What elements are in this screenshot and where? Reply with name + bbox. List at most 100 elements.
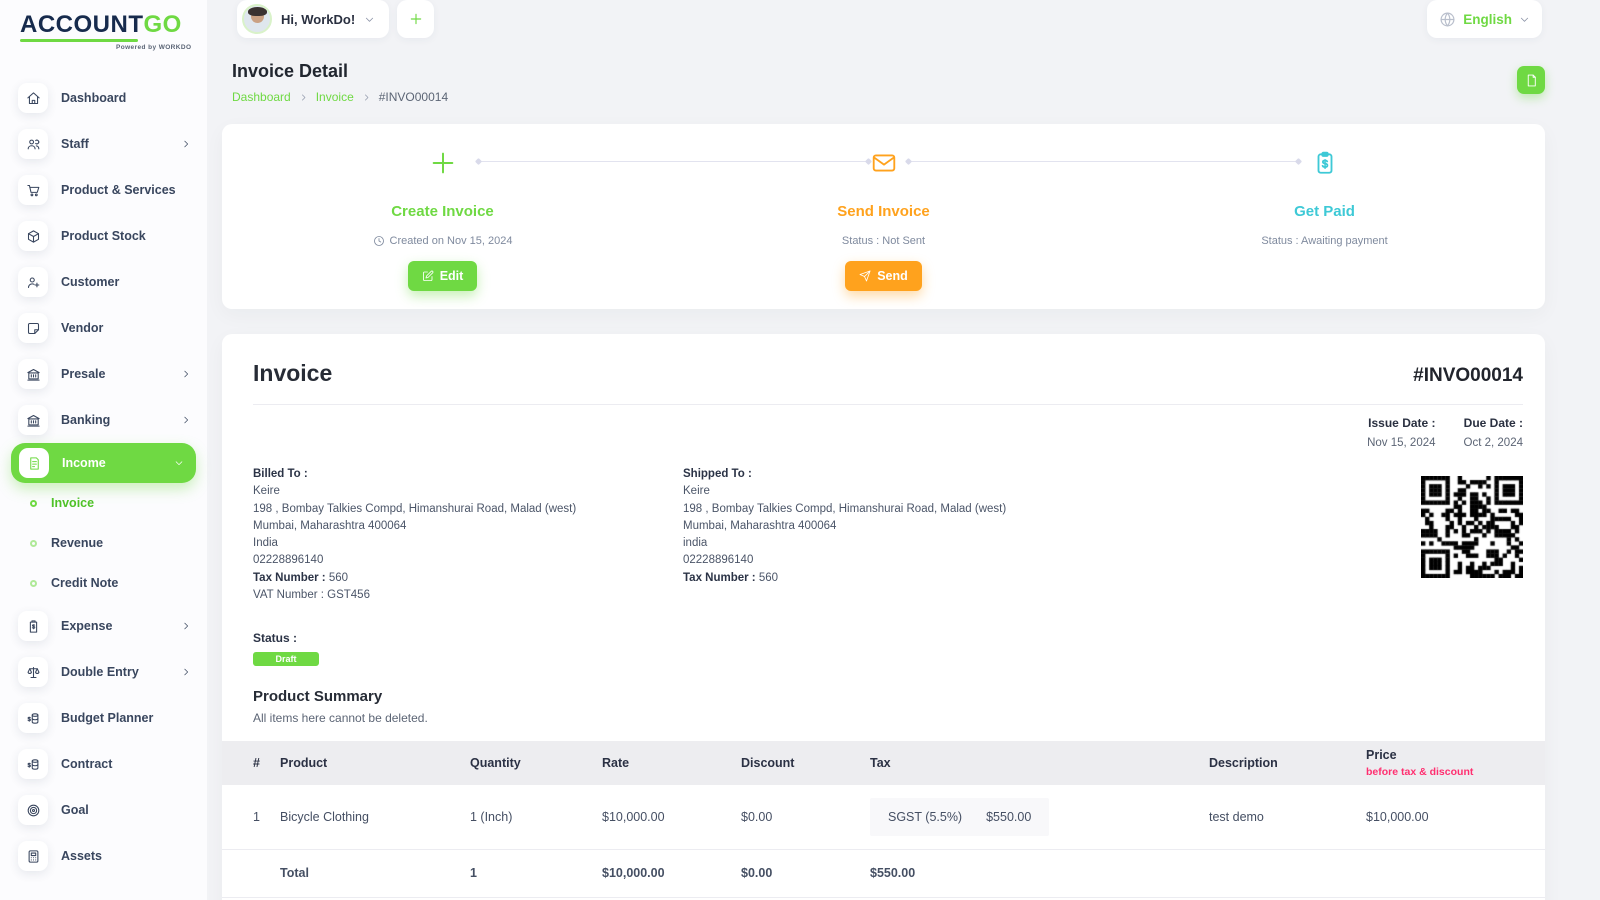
sidebar-item-presale[interactable]: Presale bbox=[0, 351, 207, 397]
home-icon bbox=[18, 83, 48, 113]
status-block: Status : Draft bbox=[253, 631, 1523, 667]
created-on-label: Created on Nov 15, 2024 bbox=[389, 235, 513, 247]
breadcrumb-current: #INVO00014 bbox=[378, 90, 449, 104]
invoice-number: #INVO00014 bbox=[1413, 365, 1523, 386]
main-area: Hi, WorkDo! English Invoice Detail Dashb… bbox=[207, 0, 1600, 900]
table-header-row: # Product Quantity Rate Discount Tax Des… bbox=[222, 741, 1545, 786]
sidebar-item-double-entry[interactable]: Double Entry bbox=[0, 649, 207, 695]
file-invoice-icon bbox=[19, 448, 49, 478]
avatar bbox=[242, 4, 272, 34]
product-summary-note: All items here cannot be deleted. bbox=[253, 711, 428, 726]
duplicate-invoice-button[interactable] bbox=[1517, 66, 1545, 94]
svg-text:$: $ bbox=[1321, 158, 1327, 170]
divider bbox=[253, 404, 1523, 405]
due-date: Due Date : Oct 2, 2024 bbox=[1463, 416, 1523, 449]
tax-chip: SGST (5.5%) $550.00 bbox=[870, 798, 1050, 837]
bullet-icon bbox=[30, 579, 37, 587]
sidebar-item-customer[interactable]: Customer bbox=[0, 259, 207, 305]
chevron-down-icon bbox=[364, 14, 375, 25]
envelope-icon bbox=[871, 148, 897, 178]
users-icon bbox=[18, 129, 48, 159]
chevron-right-icon bbox=[181, 369, 191, 379]
sidebar-nav: Dashboard Staff Product & Services Produ… bbox=[0, 57, 207, 879]
sidebar-item-dashboard[interactable]: Dashboard bbox=[0, 75, 207, 121]
edit-invoice-button[interactable]: Edit bbox=[407, 261, 478, 291]
qr-code bbox=[1421, 476, 1523, 578]
chevron-right-icon bbox=[181, 415, 191, 425]
sidebar-item-budget-planner[interactable]: $ Budget Planner bbox=[0, 695, 207, 741]
powered-by-label: Powered by WORKDO bbox=[116, 44, 192, 51]
breadcrumb-invoice[interactable]: Invoice bbox=[316, 90, 354, 104]
chevron-down-icon bbox=[174, 458, 184, 468]
language-selector[interactable]: English bbox=[1427, 0, 1542, 38]
chevron-right-icon bbox=[181, 667, 191, 677]
bullet-icon bbox=[30, 539, 37, 547]
sidebar-item-staff[interactable]: Staff bbox=[0, 121, 207, 167]
chevron-right-icon bbox=[181, 139, 191, 149]
logo-underline bbox=[20, 39, 138, 42]
chevron-down-icon bbox=[1519, 14, 1530, 25]
price-subheader: before tax & discount bbox=[1366, 766, 1474, 779]
sidebar-subitem-invoice[interactable]: Invoice bbox=[0, 483, 207, 523]
quick-add-button[interactable] bbox=[397, 0, 435, 38]
page-title: Invoice Detail bbox=[232, 61, 349, 81]
send-invoice-button[interactable]: Send bbox=[845, 261, 922, 291]
invoice-dates: Issue Date : Nov 15, 2024 Due Date : Oct… bbox=[253, 416, 1523, 449]
chevron-right-icon bbox=[362, 93, 371, 102]
sidebar-item-assets[interactable]: Assets bbox=[0, 833, 207, 879]
app-root: ACCOUNTGO Powered by WORKDO Dashboard St… bbox=[0, 0, 1600, 900]
profile-menu[interactable]: Hi, WorkDo! bbox=[237, 0, 390, 38]
coins-icon: $ bbox=[18, 749, 48, 779]
sidebar-item-product-stock[interactable]: Product Stock bbox=[0, 213, 207, 259]
sidebar-item-product-services[interactable]: Product & Services bbox=[0, 167, 207, 213]
svg-text:$: $ bbox=[31, 624, 35, 630]
user-plus-icon bbox=[18, 267, 48, 297]
sidebar-item-banking[interactable]: Banking bbox=[0, 397, 207, 443]
breadcrumb: Dashboard Invoice #INVO00014 bbox=[232, 90, 1545, 104]
note-icon bbox=[18, 313, 48, 343]
breadcrumb-dashboard[interactable]: Dashboard bbox=[232, 90, 291, 104]
pencil-icon bbox=[422, 270, 434, 282]
sidebar-item-vendor[interactable]: Vendor bbox=[0, 305, 207, 351]
status-badge: Draft bbox=[253, 652, 319, 667]
brand-logo[interactable]: ACCOUNTGO Powered by WORKDO bbox=[0, 0, 207, 57]
content: Invoice Detail Dashboard Invoice #INVO00… bbox=[207, 38, 1600, 900]
sidebar-item-goal[interactable]: Goal bbox=[0, 787, 207, 833]
plus-icon bbox=[410, 13, 421, 25]
svg-text:$: $ bbox=[27, 763, 31, 769]
plus-icon bbox=[429, 148, 457, 178]
calculator-icon bbox=[18, 841, 48, 871]
invoice-heading: Invoice bbox=[253, 360, 333, 386]
bank-icon bbox=[18, 405, 48, 435]
sidebar-item-expense[interactable]: $ Expense bbox=[0, 603, 207, 649]
table-row: 1 Bicycle Clothing 1 (Inch) $10,000.00 $… bbox=[222, 785, 1545, 849]
table-total-row: Total 1 $10,000.00 $0.00 $550.00 bbox=[222, 849, 1545, 898]
send-status-label: Status : Not Sent bbox=[841, 235, 926, 247]
globe-icon bbox=[1439, 11, 1456, 28]
billed-to-block: Billed To : Keire 198 , Bombay Talkies C… bbox=[253, 468, 577, 602]
scale-icon bbox=[18, 657, 48, 687]
step-connector bbox=[910, 161, 1297, 162]
paper-plane-icon bbox=[859, 270, 871, 282]
step-send-invoice: Send Invoice Status : Not Sent Send bbox=[663, 124, 1104, 309]
sidebar-subitem-revenue[interactable]: Revenue bbox=[0, 523, 207, 563]
sidebar-item-income[interactable]: Income bbox=[11, 443, 196, 483]
document-icon bbox=[1527, 74, 1536, 86]
page-head: Invoice Detail Dashboard Invoice #INVO00… bbox=[222, 61, 1545, 121]
invoice-progress-card: Create Invoice Created on Nov 15, 2024 E… bbox=[222, 124, 1545, 309]
invoice-dollar-icon: $ bbox=[1312, 148, 1338, 178]
topbar: Hi, WorkDo! English bbox=[207, 0, 1600, 38]
sidebar-item-contract[interactable]: $ Contract bbox=[0, 741, 207, 787]
target-icon bbox=[18, 795, 48, 825]
greeting-label: Hi, WorkDo! bbox=[281, 11, 356, 27]
coins-icon: $ bbox=[18, 703, 48, 733]
product-summary-title: Product Summary bbox=[253, 688, 383, 706]
chevron-right-icon bbox=[299, 93, 308, 102]
cube-icon bbox=[18, 221, 48, 251]
shipped-to-block: Shipped To : Keire 198 , Bombay Talkies … bbox=[683, 468, 1007, 584]
language-label: English bbox=[1463, 11, 1512, 27]
svg-text:$: $ bbox=[27, 717, 31, 723]
issue-date: Issue Date : Nov 15, 2024 bbox=[1367, 416, 1436, 449]
sidebar-subitem-credit-note[interactable]: Credit Note bbox=[0, 563, 207, 603]
bullet-icon bbox=[30, 499, 37, 507]
